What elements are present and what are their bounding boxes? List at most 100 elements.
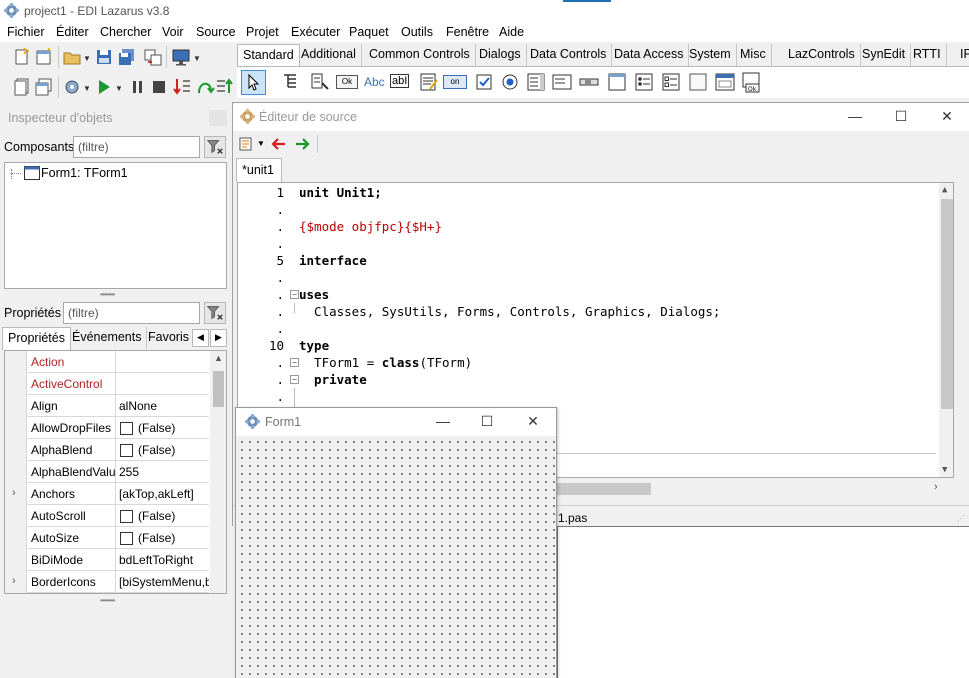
property-value[interactable]: 255	[119, 465, 209, 479]
listbox-component-icon[interactable]	[525, 71, 547, 93]
menu-fichier[interactable]: Fichier	[7, 25, 45, 39]
property-checkbox[interactable]	[120, 444, 133, 457]
actionlist-component-icon[interactable]: Ok	[740, 71, 762, 93]
properties-filter-input[interactable]: (filtre)	[63, 302, 200, 324]
menu-projet[interactable]: Projet	[246, 25, 279, 39]
checkgroup-component-icon[interactable]	[660, 71, 682, 93]
minimize-icon[interactable]: —	[420, 408, 466, 436]
chevron-up-icon[interactable]: ▲	[214, 353, 223, 363]
chevron-right-icon[interactable]: ›	[934, 481, 938, 493]
run-play-icon[interactable]	[94, 77, 114, 97]
palette-tab-misc[interactable]: Misc	[735, 44, 772, 66]
property-value[interactable]: [biSystemMenu,biMinimize]	[119, 575, 209, 589]
groupbox-component-icon[interactable]	[606, 71, 628, 93]
new-form-icon[interactable]	[34, 47, 54, 67]
step-into-icon[interactable]	[172, 77, 192, 97]
editor-tab-unit1[interactable]: *unit1	[236, 158, 282, 182]
palette-tab-system[interactable]: System	[684, 44, 737, 66]
tree-item-form1[interactable]: Form1: TForm1	[41, 166, 128, 180]
clear-filter-icon[interactable]	[204, 136, 226, 158]
scrollbar-thumb[interactable]	[213, 371, 224, 407]
menu-paquet[interactable]: Paquet	[349, 25, 389, 39]
property-row[interactable]: ActiveControl	[5, 373, 209, 395]
property-checkbox[interactable]	[120, 422, 133, 435]
property-checkbox[interactable]	[120, 532, 133, 545]
property-row[interactable]: AlphaBlend (False)	[5, 439, 209, 461]
menu-editer[interactable]: Éditer	[56, 25, 89, 39]
fold-toggle-icon[interactable]: −	[290, 375, 299, 384]
frame-component-icon[interactable]	[714, 71, 736, 93]
chevron-down-icon[interactable]: ▼	[83, 84, 91, 93]
chevron-up-icon[interactable]: ▲	[942, 185, 947, 195]
step-out-icon[interactable]	[215, 77, 235, 97]
tab-scroll-left-icon[interactable]: ◀	[192, 329, 209, 347]
view-forms-icon[interactable]	[34, 77, 54, 97]
memo-component-icon[interactable]	[418, 71, 440, 93]
open-folder-icon[interactable]	[62, 47, 82, 67]
form-design-surface[interactable]	[236, 436, 556, 678]
build-gear-icon[interactable]	[62, 77, 82, 97]
palette-tab-standard[interactable]: Standard	[237, 44, 300, 67]
radiogroup-component-icon[interactable]	[633, 71, 655, 93]
size-grip[interactable]: ⋰	[957, 514, 965, 523]
close-icon[interactable]: ✕	[924, 103, 969, 131]
menu-voir[interactable]: Voir	[162, 25, 184, 39]
label-component-icon[interactable]: Abc	[364, 75, 385, 89]
menu-source[interactable]: Source	[196, 25, 236, 39]
menu-fenetre[interactable]: Fenêtre	[446, 25, 489, 39]
palette-tab-rtti[interactable]: RTTI	[908, 44, 947, 66]
step-over-icon[interactable]	[195, 77, 215, 97]
main-menu-component-icon[interactable]	[281, 71, 303, 93]
button-component-icon[interactable]: Ok	[336, 75, 358, 89]
property-row[interactable]: AlphaBlendValue 255	[5, 461, 209, 483]
save-icon[interactable]	[94, 47, 114, 67]
tab-favoris[interactable]: Favoris	[143, 327, 194, 349]
monitor-icon[interactable]	[171, 47, 191, 67]
checkbox-component-icon[interactable]	[473, 71, 495, 93]
property-value[interactable]: bdLeftToRight	[119, 553, 209, 567]
tab-evenements[interactable]: Événements	[67, 327, 148, 349]
palette-tab-additional[interactable]: Additional	[296, 44, 362, 66]
chevron-right-icon[interactable]: ›	[12, 487, 16, 499]
menu-chercher[interactable]: Chercher	[100, 25, 151, 39]
property-row[interactable]: AutoSize (False)	[5, 527, 209, 549]
new-unit-icon[interactable]	[12, 47, 32, 67]
menu-outils[interactable]: Outils	[401, 25, 433, 39]
maximize-icon[interactable]: ☐	[878, 103, 924, 131]
menu-executer[interactable]: Exécuter	[291, 25, 340, 39]
property-row[interactable]: BiDiMode bdLeftToRight	[5, 549, 209, 571]
edit-component-icon[interactable]: abI	[390, 74, 410, 88]
chevron-down-icon[interactable]: ▼	[942, 465, 947, 475]
palette-tab-data-access[interactable]: Data Access	[609, 44, 690, 66]
clear-filter-icon[interactable]	[204, 302, 226, 324]
palette-tab-data-controls[interactable]: Data Controls	[525, 44, 613, 66]
panel-component-icon[interactable]	[687, 71, 709, 93]
selection-pointer-icon[interactable]	[241, 70, 266, 95]
property-grid-scrollbar[interactable]: ▲	[210, 351, 226, 593]
splitter-grip[interactable]: ••••••••	[100, 596, 115, 605]
property-row[interactable]: › BorderIcons [biSystemMenu,biMinimize]	[5, 571, 209, 593]
chevron-right-icon[interactable]: ›	[12, 575, 16, 587]
scrollbar-thumb[interactable]	[941, 199, 953, 409]
view-units-icon[interactable]	[12, 77, 32, 97]
chevron-down-icon[interactable]: ▼	[115, 84, 123, 93]
save-all-icon[interactable]	[117, 47, 137, 67]
minimize-icon[interactable]: —	[832, 103, 878, 131]
popup-menu-component-icon[interactable]	[309, 71, 331, 93]
arrow-right-icon[interactable]	[294, 136, 310, 152]
property-row[interactable]: › Anchors [akTop,akLeft]	[5, 483, 209, 505]
maximize-icon[interactable]: ☐	[464, 408, 510, 436]
palette-tab-dialogs[interactable]: Dialogs	[474, 44, 527, 66]
editor-vertical-scrollbar[interactable]: ▲ ▼	[939, 183, 953, 477]
property-row[interactable]: Action	[5, 351, 209, 373]
splitter-grip[interactable]: ••••••••	[100, 290, 115, 299]
radio-button-component-icon[interactable]	[499, 71, 521, 93]
palette-tab-ip[interactable]: IP	[955, 44, 969, 66]
arrow-left-icon[interactable]	[271, 136, 287, 152]
toggle-form-unit-icon[interactable]	[143, 47, 163, 67]
pause-icon[interactable]	[128, 77, 148, 97]
fold-toggle-icon[interactable]: −	[290, 358, 299, 367]
scrollbar-thumb[interactable]	[555, 483, 651, 495]
property-row[interactable]: Align alNone	[5, 395, 209, 417]
tab-scroll-right-icon[interactable]: ▶	[210, 329, 227, 347]
